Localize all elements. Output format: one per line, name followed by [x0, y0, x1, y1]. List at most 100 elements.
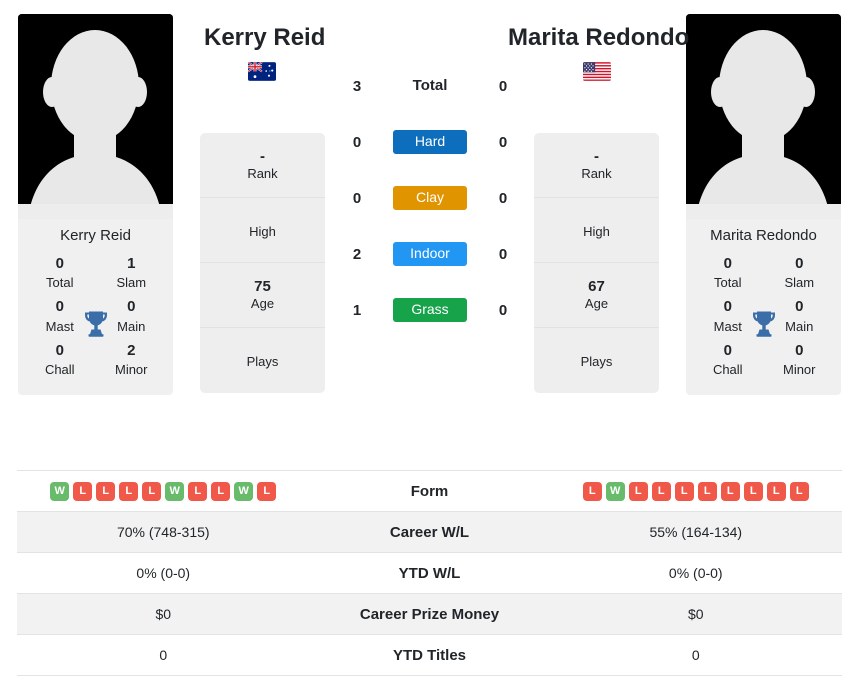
- form-badge-loss[interactable]: L: [674, 481, 694, 501]
- avatar: [686, 14, 841, 219]
- titles-slam-left: 1 Slam: [96, 252, 168, 296]
- titles-chall-label: Chall: [44, 362, 75, 378]
- form-badge-loss[interactable]: L: [697, 481, 717, 501]
- stats-value-left: 0% (0-0): [136, 565, 191, 581]
- stats-row-form: WLLLLWLLWL Form LWLLLLLLLL: [17, 471, 842, 512]
- info-plays-left: Plays: [200, 328, 325, 393]
- form-badge-win[interactable]: W: [605, 481, 625, 501]
- form-badge-loss[interactable]: L: [582, 481, 602, 501]
- h2h-score-left: 2: [352, 245, 362, 263]
- titles-total-right: 0 Total: [692, 252, 764, 296]
- form-badge-loss[interactable]: L: [789, 481, 809, 501]
- titles-total-value: 0: [55, 254, 64, 272]
- form-badge-loss[interactable]: L: [628, 481, 648, 501]
- h2h-label-cell: Clay: [374, 185, 486, 211]
- info-high-label: High: [583, 223, 610, 239]
- form-right: LWLLLLLLLL: [550, 481, 843, 501]
- h2h-total-label: Total: [412, 77, 448, 94]
- h2h-score-right: 0: [498, 133, 508, 151]
- player-card-right[interactable]: Marita Redondo 0 Total 0 Slam 0 Mast 0 M…: [686, 14, 841, 395]
- form-badge-loss[interactable]: L: [188, 481, 208, 501]
- head-to-head-list: 3 Total 0 0 Hard 0 0 Clay 0 2 Indoor 0 1 Grass 0: [340, 58, 520, 338]
- stats-value-right: $0: [687, 606, 704, 622]
- stats-value-right: 0: [691, 647, 700, 663]
- player-card-name-right: Marita Redondo: [710, 227, 817, 244]
- stats-value-left: 0: [159, 647, 168, 663]
- info-age-label: Age: [250, 295, 275, 311]
- form-badge-win[interactable]: W: [165, 481, 185, 501]
- h2h-score-left: 1: [352, 301, 362, 319]
- titles-chall-left: 0 Chall: [24, 339, 96, 383]
- form-left: WLLLLWLLWL: [17, 481, 310, 501]
- titles-total-left: 0 Total: [24, 252, 96, 296]
- titles-minor-value: 0: [795, 342, 804, 360]
- form-badge-loss[interactable]: L: [257, 481, 277, 501]
- stats-row: 0% (0-0) YTD W/L 0% (0-0): [17, 553, 842, 594]
- trophy-icon: [751, 310, 777, 338]
- surface-badge-indoor[interactable]: Indoor: [393, 241, 467, 267]
- h2h-score-left: 3: [352, 77, 362, 95]
- form-badge-loss[interactable]: L: [73, 481, 93, 501]
- titles-slam-label: Slam: [784, 274, 815, 290]
- form-badge-loss[interactable]: L: [119, 481, 139, 501]
- form-badge-win[interactable]: W: [234, 481, 254, 501]
- form-badge-loss[interactable]: L: [96, 481, 116, 501]
- form-badge-loss[interactable]: L: [211, 481, 231, 501]
- h2h-label-cell: Total: [374, 77, 486, 95]
- australia-flag-icon: [248, 62, 276, 81]
- player-name-left[interactable]: Kerry Reid: [204, 24, 325, 52]
- h2h-label-cell: Indoor: [374, 241, 486, 267]
- h2h-score-left: 0: [352, 189, 362, 207]
- info-age-value: 67: [588, 277, 605, 295]
- titles-minor-value: 2: [127, 342, 136, 360]
- titles-slam-right: 0 Slam: [764, 252, 836, 296]
- form-badge-loss[interactable]: L: [651, 481, 671, 501]
- titles-chall-value: 0: [723, 342, 732, 360]
- form-badge-win[interactable]: W: [50, 481, 70, 501]
- titles-chall-right: 0 Chall: [692, 339, 764, 383]
- info-rank-label: Rank: [581, 165, 612, 181]
- titles-total-label: Total: [46, 274, 74, 290]
- info-plays-right: Plays: [534, 328, 659, 393]
- form-badge-loss[interactable]: L: [720, 481, 740, 501]
- surface-badge-clay[interactable]: Clay: [393, 185, 467, 211]
- form-badge-loss[interactable]: L: [743, 481, 763, 501]
- stats-row: 70% (748-315) Career W/L 55% (164-134): [17, 512, 842, 553]
- h2h-score-right: 0: [498, 189, 508, 207]
- stats-row-label: YTD Titles: [392, 646, 467, 664]
- player-card-left[interactable]: Kerry Reid 0 Total 1 Slam 0 Mast 0 Main …: [18, 14, 173, 395]
- titles-minor-right: 0 Minor: [764, 339, 836, 383]
- stats-rows: 70% (748-315) Career W/L 55% (164-134) 0% (…: [17, 512, 842, 676]
- h2h-label-cell: Hard: [374, 129, 486, 155]
- info-rank-value: -: [594, 147, 599, 165]
- h2h-score-right: 0: [498, 245, 508, 263]
- info-card-right: - Rank High 67 Age Plays: [534, 133, 659, 393]
- titles-chall-value: 0: [55, 342, 64, 360]
- surface-badge-hard[interactable]: Hard: [393, 129, 467, 155]
- form-strip-left: WLLLLWLLWL: [50, 481, 277, 501]
- titles-minor-label: Minor: [782, 362, 816, 378]
- h2h-label-cell: Grass: [374, 297, 486, 323]
- stats-table: WLLLLWLLWL Form LWLLLLLLLL 70% (748-315)…: [17, 470, 842, 676]
- info-age-left: 75 Age: [200, 263, 325, 328]
- form-badge-loss[interactable]: L: [142, 481, 162, 501]
- info-rank-left: - Rank: [200, 133, 325, 198]
- player-name-right[interactable]: Marita Redondo: [508, 24, 689, 52]
- h2h-row: 0 Clay 0: [340, 170, 520, 226]
- stats-row: $0 Career Prize Money $0: [17, 594, 842, 635]
- info-rank-label: Rank: [247, 165, 278, 181]
- surface-badge-grass[interactable]: Grass: [393, 297, 467, 323]
- usa-flag-icon: [583, 62, 611, 81]
- titles-grid-right: 0 Total 0 Slam 0 Mast 0 Main 0 Chall 0 M…: [686, 252, 841, 395]
- form-badge-loss[interactable]: L: [766, 481, 786, 501]
- info-high-right: High: [534, 198, 659, 263]
- info-age-value: 75: [254, 277, 271, 295]
- titles-slam-value: 0: [795, 254, 804, 272]
- info-high-left: High: [200, 198, 325, 263]
- info-age-label: Age: [584, 295, 609, 311]
- stats-row-label: Form: [410, 482, 449, 500]
- titles-grid-left: 0 Total 1 Slam 0 Mast 0 Main 0 Chall 2 M…: [18, 252, 173, 395]
- info-plays-label: Plays: [580, 354, 613, 370]
- titles-slam-label: Slam: [116, 274, 147, 290]
- player-card-name-left: Kerry Reid: [60, 227, 131, 244]
